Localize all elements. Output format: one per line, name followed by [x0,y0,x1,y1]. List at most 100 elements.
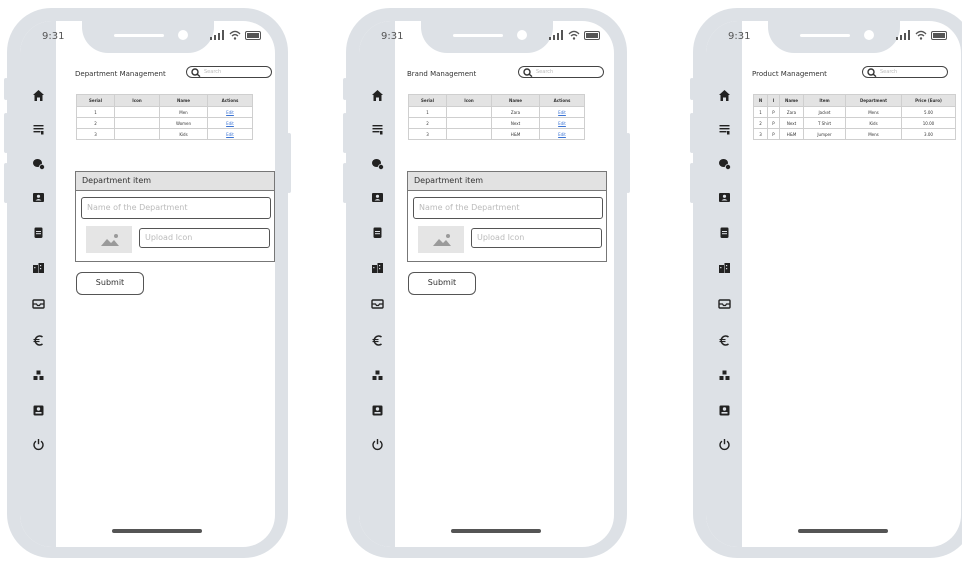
id-card-icon[interactable] [32,191,45,204]
cubes-icon[interactable] [371,369,384,382]
coins-icon[interactable] [32,157,45,170]
col-header-name: Name [491,94,540,107]
cell-icon [114,117,160,129]
table-row: 3 P H&M Jumper Mens 3.00 [753,128,956,140]
page-title: Department Management [75,70,166,78]
notch [82,21,214,53]
camera [178,30,188,40]
inbox-icon[interactable] [371,297,384,310]
speaker [453,34,503,37]
department-name-field[interactable]: Name of the Department [413,197,603,219]
battery-icon [931,30,947,40]
cell-image: P [767,106,780,118]
col-header-icon: Icon [446,94,492,107]
status-icons [896,30,947,40]
wifi-icon [568,30,580,40]
buildings-icon[interactable] [371,261,384,274]
status-icons [549,30,600,40]
upload-icon-field[interactable]: Upload Icon [471,228,602,248]
phone-frame-department: 9:31 Department Management Search Serial… [4,8,291,558]
form-heading: Department item [408,172,606,191]
cell-price: 5.00 [901,106,956,118]
edit-link[interactable]: Edit [539,106,585,118]
notch [421,21,553,53]
department-name-field[interactable]: Name of the Department [81,197,271,219]
cubes-icon[interactable] [718,369,731,382]
image-icon [433,234,451,246]
status-icons [210,30,261,40]
power-icon[interactable] [718,438,731,451]
phone-screen: 9:31 Product Management Search N I Name … [706,21,961,547]
cell-number: 1 [753,106,768,118]
inbox-icon[interactable] [718,297,731,310]
cell-image: P [767,117,780,129]
list-icon[interactable] [718,123,731,136]
brand-table: Serial Icon Name Actions 1 Zara Edit 2 N… [408,94,585,140]
euro-icon[interactable] [32,334,45,347]
power-icon[interactable] [32,438,45,451]
cell-name: Next [779,117,804,129]
coins-icon[interactable] [371,157,384,170]
cell-price: 3.00 [901,128,956,140]
clipboard-icon[interactable] [32,226,45,239]
buildings-icon[interactable] [718,261,731,274]
list-icon[interactable] [32,123,45,136]
clipboard-icon[interactable] [718,226,731,239]
edit-link[interactable]: Edit [207,117,253,129]
phone-frame-product: 9:31 Product Management Search N I Name … [690,8,962,558]
submit-button[interactable]: Submit [76,272,144,295]
inbox-icon[interactable] [32,297,45,310]
speaker [114,34,164,37]
euro-icon[interactable] [718,334,731,347]
power-icon[interactable] [371,438,384,451]
cell-serial: 3 [408,128,447,140]
cell-name: Kids [159,128,208,140]
signal-icon [549,30,564,40]
search-input[interactable]: Search [186,66,272,78]
search-input[interactable]: Search [518,66,604,78]
cell-name: Zara [779,106,804,118]
home-icon[interactable] [32,89,45,102]
product-table: N I Name Item Department Price (Euro) 1 … [753,94,956,140]
cell-name: Men [159,106,208,118]
id-card-icon[interactable] [371,191,384,204]
contact-icon[interactable] [32,404,45,417]
upload-icon-field[interactable]: Upload Icon [139,228,270,248]
contact-icon[interactable] [371,404,384,417]
edit-link[interactable]: Edit [207,128,253,140]
page-title: Brand Management [407,70,477,78]
table-row: 3 H&M Edit [408,128,585,140]
clipboard-icon[interactable] [371,226,384,239]
form-heading: Department item [76,172,274,191]
edit-link[interactable]: Edit [539,128,585,140]
image-placeholder [418,226,464,253]
list-icon[interactable] [371,123,384,136]
edit-link[interactable]: Edit [539,117,585,129]
table-row: 2 P Next T Shirt Kids 10.00 [753,117,956,129]
cell-department: Mens [845,128,902,140]
coins-icon[interactable] [718,157,731,170]
table-row: 1 Zara Edit [408,106,585,118]
edit-link[interactable]: Edit [207,106,253,118]
cubes-icon[interactable] [32,369,45,382]
cell-serial: 2 [408,117,447,129]
home-icon[interactable] [718,89,731,102]
submit-button[interactable]: Submit [408,272,476,295]
euro-icon[interactable] [371,334,384,347]
battery-icon [245,30,261,40]
id-card-icon[interactable] [718,191,731,204]
buildings-icon[interactable] [32,261,45,274]
contact-icon[interactable] [718,404,731,417]
cell-name: Zara [491,106,540,118]
search-placeholder: Search [880,69,898,75]
col-header-number: N [753,94,768,107]
camera [864,30,874,40]
table-header-row: Serial Icon Name Actions [408,94,585,107]
col-header-item: Item [803,94,846,107]
home-icon[interactable] [371,89,384,102]
col-header-department: Department [845,94,902,107]
cell-serial: 2 [76,117,115,129]
search-input[interactable]: Search [862,66,948,78]
home-indicator [112,529,202,533]
cell-icon [114,128,160,140]
